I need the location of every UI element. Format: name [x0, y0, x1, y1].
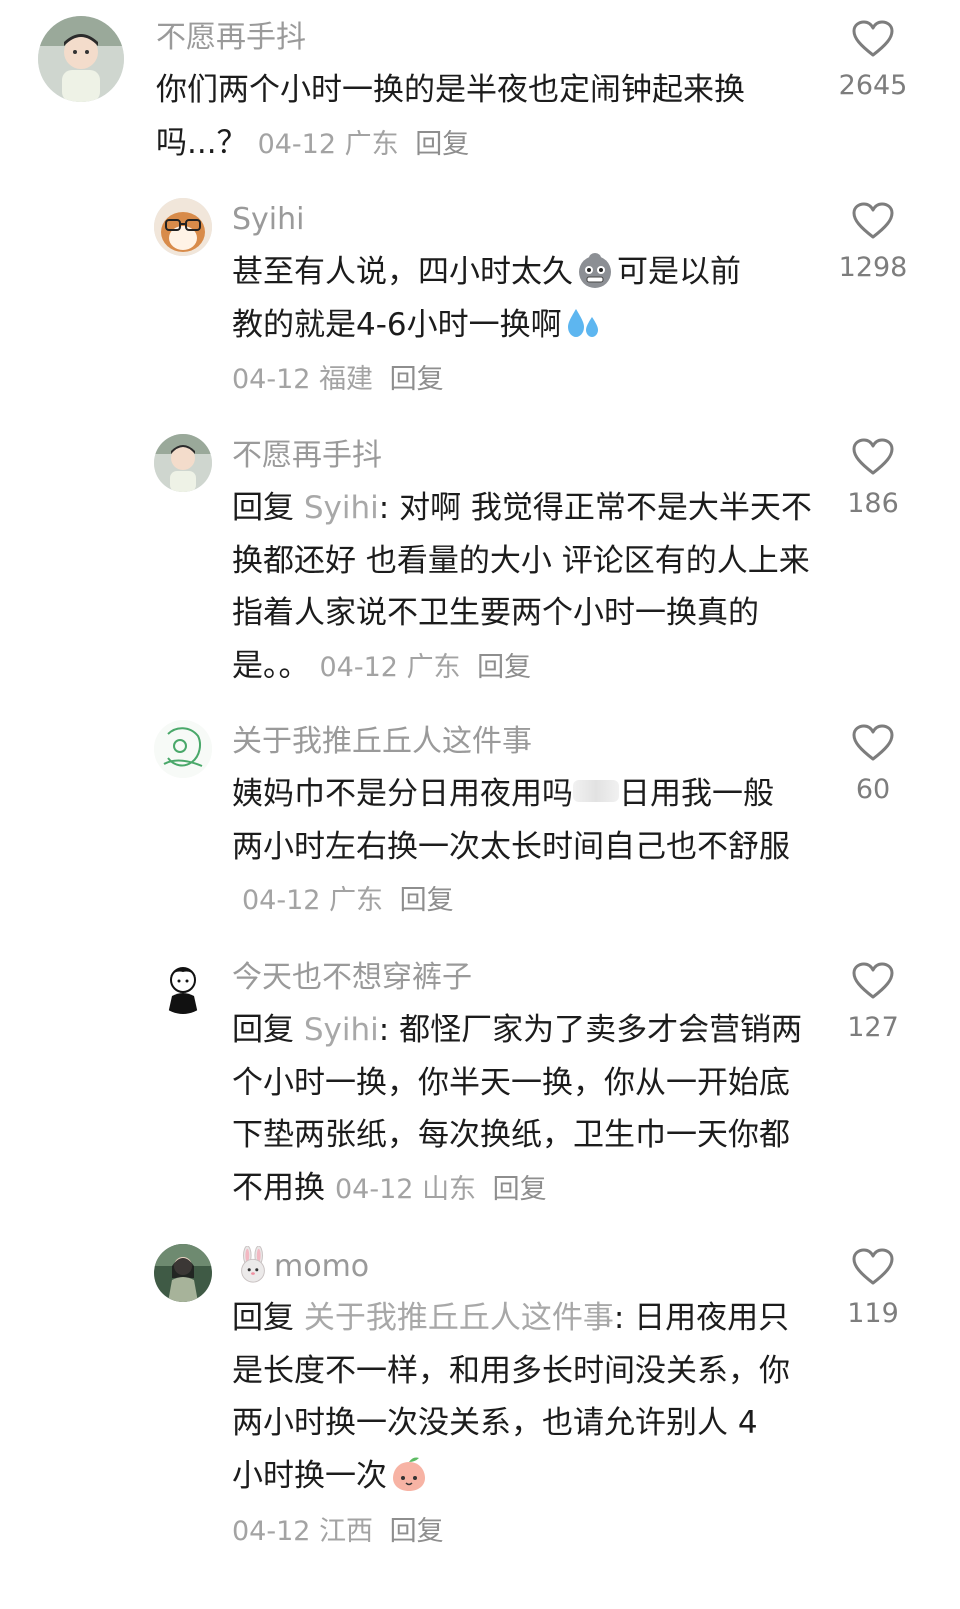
comment-location: 福建 [319, 364, 374, 395]
sweat-drops-icon [564, 303, 604, 343]
heart-icon [852, 202, 894, 239]
reply-prefix: 回复 [232, 490, 304, 526]
comment-meta: 04-12 福建 回复 [232, 360, 444, 400]
avatar[interactable] [154, 720, 212, 778]
username[interactable]: 不愿再手抖 [232, 436, 382, 476]
comment-meta: 04-12 山东 回复 [335, 1174, 547, 1205]
like-count: 1298 [838, 252, 908, 283]
username-row: momo [232, 1246, 369, 1287]
like-button[interactable]: 119 [818, 1248, 928, 1332]
username[interactable]: 关于我推丘丘人这件事 [232, 722, 532, 762]
like-button[interactable]: 127 [818, 962, 928, 1046]
rabbit-emoji-icon [234, 1246, 272, 1284]
comment-text: 姨妈巾不是分日用夜用吗 日用我一般两小时左右换一次太长时间自己也不舒服04-12 … [232, 768, 802, 928]
reply-target-username[interactable]: 关于我推丘丘人这件事 [304, 1300, 614, 1336]
girl-photo-avatar-icon [154, 1244, 212, 1302]
comment-date: 04-12 [257, 128, 337, 160]
avatar[interactable] [154, 198, 212, 256]
comment-text: 回复 Syihi: 对啊 我觉得正常不是大半天不换都还好 也看量的大小 评论区有… [232, 482, 812, 694]
heart-icon [852, 1248, 894, 1285]
comment-date: 04-12 [319, 651, 398, 683]
comment-text: 回复 Syihi: 都怪厂家为了卖多才会营销两个小时一换，你半天一换，你从一开始… [232, 1004, 812, 1216]
blurred-emoji [573, 780, 619, 802]
comment-text: 甚至有人说，四小时太久 可是以前 教的就是4-6小时一换啊 [232, 246, 802, 351]
username[interactable]: Syihi [232, 200, 304, 240]
comment-date: 04-12 [232, 364, 311, 395]
reply-prefix: 回复 [232, 1300, 304, 1336]
comment-location: 江西 [319, 1516, 374, 1547]
avatar[interactable] [154, 434, 212, 492]
like-count: 119 [847, 1298, 899, 1329]
reply-button[interactable]: 回复 [400, 885, 454, 916]
like-button[interactable]: 186 [818, 438, 928, 522]
reply-button[interactable]: 回复 [390, 364, 444, 395]
comment-body-part1: 姨妈巾不是分日用夜用吗 [232, 776, 573, 812]
comment-date: 04-12 [232, 1516, 311, 1547]
avatar[interactable] [154, 956, 212, 1014]
hamster-avatar-icon [154, 198, 212, 256]
avatar[interactable] [154, 1244, 212, 1302]
comment-date: 04-12 [335, 1173, 414, 1205]
like-count: 127 [847, 1012, 899, 1043]
like-count: 2645 [838, 70, 908, 101]
username[interactable]: 不愿再手抖 [156, 18, 306, 58]
comment-location: 广东 [344, 128, 399, 160]
comment-meta: 04-12 广东 回复 [320, 652, 532, 683]
reply-button[interactable]: 回复 [477, 652, 531, 683]
reply-button[interactable]: 回复 [390, 1516, 444, 1547]
boy-avatar-icon [154, 434, 212, 492]
comment-date: 04-12 [242, 885, 321, 916]
heart-icon [852, 724, 894, 761]
comment-body-part2: 可是以前 [617, 254, 741, 290]
boy-avatar-icon [38, 16, 124, 102]
reply-target-username[interactable]: Syihi [304, 1012, 379, 1048]
comment-meta: 04-12 广东 回复 [258, 129, 470, 160]
green-sketch-avatar-icon [154, 720, 212, 778]
reply-button[interactable]: 回复 [493, 1174, 547, 1205]
peach-face-emoji-icon [389, 1454, 429, 1494]
comment-meta: 04-12 广东 回复 [242, 885, 454, 916]
reply-target-username[interactable]: Syihi [304, 490, 379, 526]
comment-text: 回复 关于我推丘丘人这件事: 日用夜用只是长度不一样，和用多长时间没关系，你两小… [232, 1292, 792, 1502]
like-count: 60 [855, 774, 891, 805]
comment-text: 你们两个小时一换的是半夜也定闹钟起来换吗...？ 04-12 广东 回复 [156, 64, 816, 171]
like-button[interactable]: 2645 [818, 20, 928, 104]
reply-button[interactable]: 回复 [415, 129, 469, 160]
comment-body-part1: 甚至有人说，四小时太久 [232, 254, 573, 290]
grimace-emoji-icon [575, 250, 615, 290]
like-button[interactable]: 1298 [818, 202, 928, 286]
heart-icon [852, 962, 894, 999]
cartoon-boy-avatar-icon [154, 956, 212, 1014]
avatar[interactable] [38, 16, 124, 102]
like-count: 186 [847, 488, 899, 519]
username[interactable]: momo [274, 1249, 369, 1284]
comment-location: 广东 [406, 651, 461, 683]
reply-prefix: 回复 [232, 1012, 304, 1048]
comment-meta: 04-12 江西 回复 [232, 1512, 444, 1552]
comment-location: 山东 [422, 1173, 477, 1205]
like-button[interactable]: 60 [818, 724, 928, 808]
comment-location: 广东 [329, 885, 384, 916]
comment-thread: 不愿再手抖 你们两个小时一换的是半夜也定闹钟起来换吗...？ 04-12 广东 回… [0, 0, 960, 1609]
comment-body-part3: 教的就是4-6小时一换啊 [232, 306, 562, 343]
username[interactable]: 今天也不想穿裤子 [232, 958, 472, 998]
heart-icon [852, 20, 894, 57]
heart-icon [852, 438, 894, 475]
